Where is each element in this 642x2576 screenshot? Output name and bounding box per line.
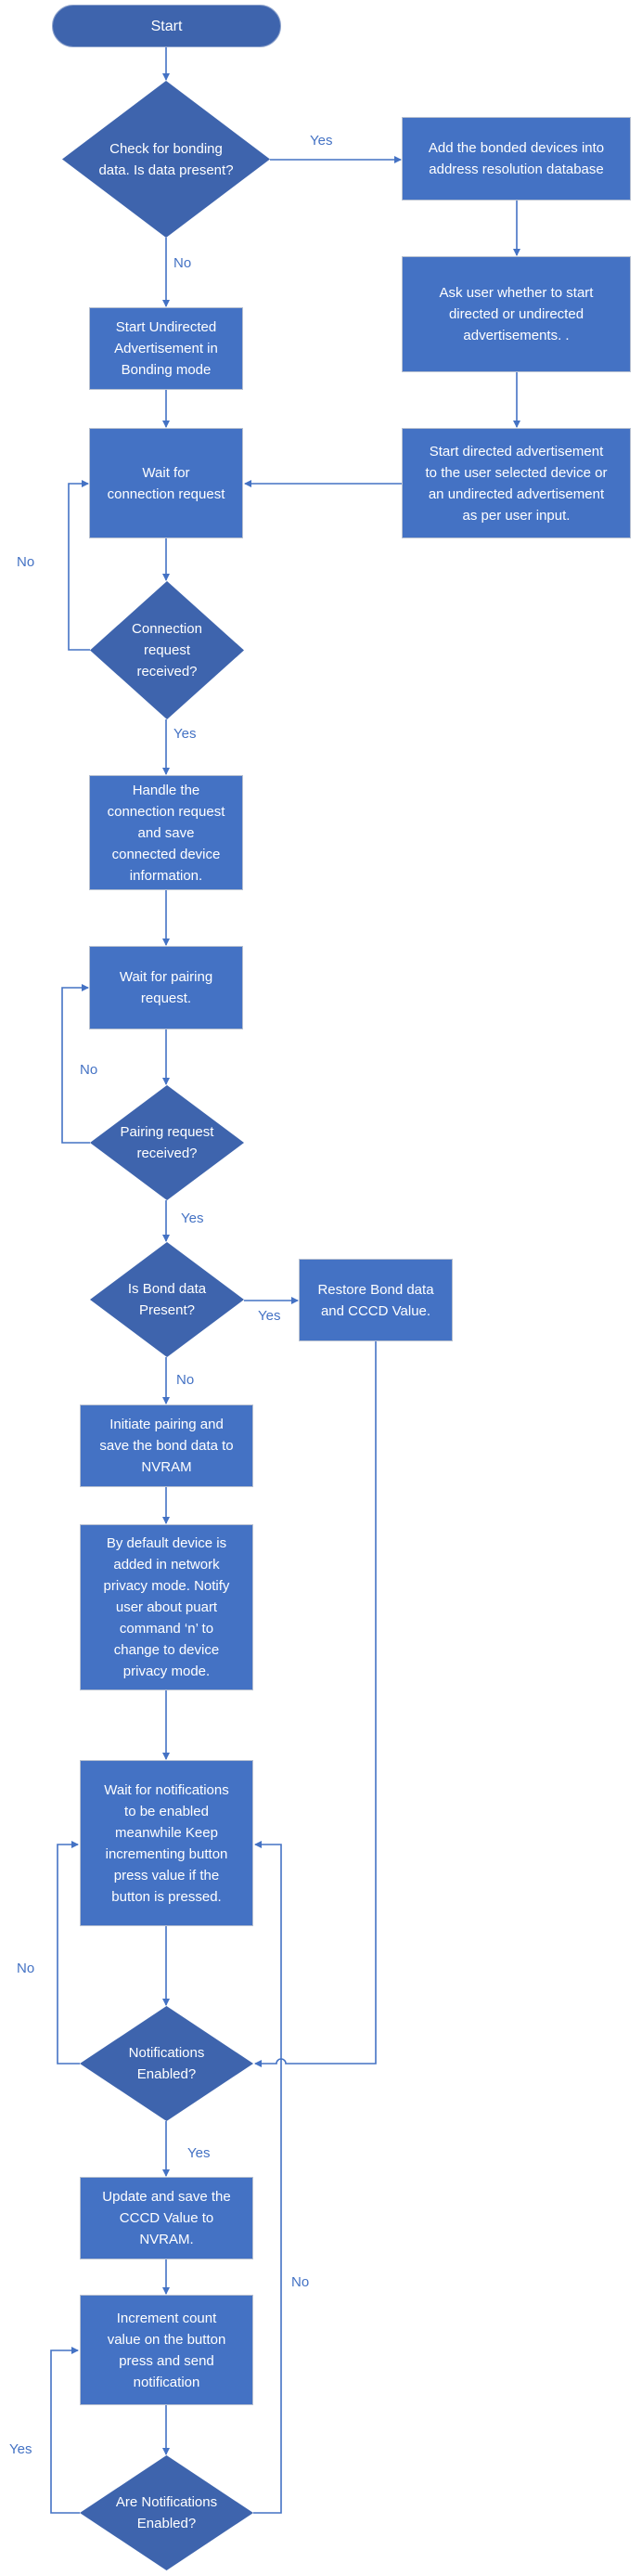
edge-are-notif-yes xyxy=(50,2347,80,2514)
decision-are-notifications-enabled: Are Notifications Enabled? xyxy=(80,2455,253,2570)
decision-check-bonding: Check for bonding data. Is data present? xyxy=(62,81,270,238)
decision-notifications-enabled: Notifications Enabled? xyxy=(80,2006,253,2121)
start-label: Start xyxy=(150,18,183,34)
label-connection-no: No xyxy=(17,554,35,570)
process-wait-connection-text: Wait for connection request xyxy=(107,464,225,502)
label-pairing-yes: Yes xyxy=(181,1210,204,1226)
start-terminal: Start xyxy=(52,5,281,47)
decision-pairing-received-text: Pairing request received? xyxy=(120,1124,214,1161)
process-start-directed: Start directed advertisement to the user… xyxy=(402,428,631,538)
decision-bond-present: Is Bond data Present? xyxy=(90,1242,244,1357)
label-pairing-no: No xyxy=(80,1062,98,1078)
decision-bond-present-text: Is Bond data Present? xyxy=(127,1281,207,1318)
label-check-no: No xyxy=(173,255,192,271)
process-increment-count-text: Increment count value on the button pres… xyxy=(107,2310,226,2390)
process-default-privacy: By default device is added in network pr… xyxy=(80,1524,253,1690)
process-add-bonded-text: Add the bonded devices into address reso… xyxy=(428,140,605,177)
decision-check-bonding-text: Check for bonding data. Is data present? xyxy=(98,140,234,178)
edge-connection-no xyxy=(68,480,90,651)
decision-connection-received: Connection request received? xyxy=(90,581,244,719)
label-notif-yes: Yes xyxy=(187,2145,211,2161)
flowchart-canvas: Start Check for bonding data. Is data pr… xyxy=(0,0,642,2576)
edge-notif-no xyxy=(57,1841,80,2065)
edge-restore-to-notif xyxy=(254,1341,377,2067)
process-handle-connection-text: Handle the connection request and save c… xyxy=(107,782,225,884)
decision-are-notifications-enabled-text: Are Notifications Enabled? xyxy=(115,2494,218,2531)
label-bond-yes: Yes xyxy=(258,1308,281,1324)
process-update-cccd: Update and save the CCCD Value to NVRAM. xyxy=(80,2177,253,2259)
process-start-undirected-text: Start Undirected Advertisement in Bondin… xyxy=(114,319,218,378)
process-default-privacy-text: By default device is added in network pr… xyxy=(103,1535,230,1679)
process-restore-bond: Restore Bond data and CCCD Value. xyxy=(299,1259,453,1341)
process-restore-bond-text: Restore Bond data and CCCD Value. xyxy=(317,1281,434,1319)
process-wait-notifications-text: Wait for notifications to be enabled mea… xyxy=(104,1781,229,1905)
process-ask-user-text: Ask user whether to start directed or un… xyxy=(439,285,594,343)
process-initiate-pairing-text: Initiate pairing and save the bond data … xyxy=(99,1417,234,1475)
process-wait-notifications: Wait for notifications to be enabled mea… xyxy=(80,1760,253,1926)
decision-connection-received-text: Connection request received? xyxy=(132,621,202,680)
process-initiate-pairing: Initiate pairing and save the bond data … xyxy=(80,1405,253,1487)
label-bond-no: No xyxy=(176,1372,195,1388)
label-are-notif-yes: Yes xyxy=(9,2441,32,2457)
process-start-undirected: Start Undirected Advertisement in Bondin… xyxy=(89,307,243,390)
process-update-cccd-text: Update and save the CCCD Value to NVRAM. xyxy=(102,2189,231,2247)
process-wait-pairing-text: Wait for pairing request. xyxy=(119,969,213,1006)
process-handle-connection: Handle the connection request and save c… xyxy=(89,775,243,890)
label-are-notif-no: No xyxy=(291,2274,310,2290)
label-connection-yes: Yes xyxy=(173,726,197,742)
process-wait-connection: Wait for connection request xyxy=(89,428,243,538)
label-check-yes: Yes xyxy=(310,133,333,149)
decision-notifications-enabled-text: Notifications Enabled? xyxy=(128,2045,205,2082)
label-notif-no: No xyxy=(17,1961,35,1976)
decision-pairing-received: Pairing request received? xyxy=(90,1085,244,1200)
process-start-directed-text: Start directed advertisement to the user… xyxy=(425,443,608,524)
process-add-bonded: Add the bonded devices into address reso… xyxy=(402,117,631,201)
edge-are-notif-no xyxy=(253,1841,282,2514)
process-ask-user: Ask user whether to start directed or un… xyxy=(402,256,631,372)
process-increment-count: Increment count value on the button pres… xyxy=(80,2295,253,2405)
process-wait-pairing: Wait for pairing request. xyxy=(89,946,243,1029)
